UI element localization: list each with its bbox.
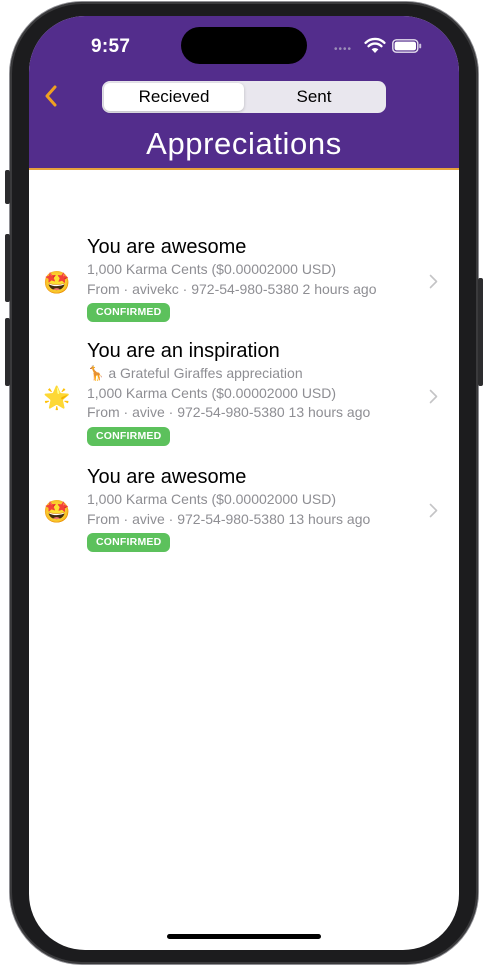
- chevron-right-icon: [429, 274, 438, 289]
- chevron-right-icon: [429, 503, 438, 518]
- back-button[interactable]: [39, 82, 63, 110]
- tab-sent[interactable]: Sent: [244, 83, 384, 111]
- power-button: [478, 278, 483, 386]
- appreciation-item[interactable]: 🤩 You are awesome 1,000 Karma Cents ($0.…: [29, 234, 459, 338]
- status-badge: CONFIRMED: [87, 533, 171, 552]
- screen: 9:57 •••• Recieved Sent Appreciations 🤩 …: [29, 16, 459, 950]
- status-badge: CONFIRMED: [87, 426, 171, 446]
- appreciation-title: You are awesome: [87, 466, 247, 488]
- appreciation-title: You are awesome: [87, 236, 247, 258]
- appreciation-content: You are awesome 1,000 Karma Cents ($0.00…: [87, 234, 417, 322]
- appreciation-content: You are awesome 1,000 Karma Cents ($0.00…: [87, 464, 417, 552]
- appreciation-title: You are an inspiration: [87, 340, 280, 362]
- appreciation-sender: From · avive · 972-54-980-5380 13 hours …: [87, 510, 371, 527]
- appreciation-amount: 1,000 Karma Cents ($0.00002000 USD): [87, 384, 337, 401]
- appreciation-sender: From · avivekc · 972-54-980-5380 2 hours…: [87, 280, 377, 297]
- appreciation-giraffe-label: 🦒 a Grateful Giraffes appreciation: [87, 365, 303, 381]
- appreciation-sender: From · avive · 972-54-980-5380 13 hours …: [87, 404, 371, 420]
- appreciation-item[interactable]: 🌟 You are an inspiration 🦒 a Grateful Gi…: [29, 338, 459, 464]
- volume-up-button: [5, 234, 10, 302]
- volume-down-button: [5, 318, 10, 386]
- wifi-icon: [364, 37, 386, 53]
- star-struck-emoji-icon: 🤩: [43, 270, 71, 295]
- tab-received[interactable]: Recieved: [104, 83, 244, 111]
- tab-segmented-control: Recieved Sent: [102, 81, 386, 113]
- appreciation-item[interactable]: 🤩 You are awesome 1,000 Karma Cents ($0.…: [29, 464, 459, 568]
- appreciation-content: You are an inspiration 🦒 a Grateful Gira…: [87, 338, 417, 446]
- glowing-star-emoji-icon: 🌟: [43, 385, 71, 410]
- dynamic-island: [181, 27, 307, 64]
- silent-switch: [5, 170, 10, 204]
- page-title: Appreciations: [146, 126, 342, 161]
- status-time: 9:57: [91, 36, 131, 57]
- battery-icon: [392, 39, 422, 53]
- star-struck-emoji-icon: 🤩: [43, 499, 71, 524]
- chevron-left-icon: [45, 85, 57, 107]
- status-icons: ••••: [334, 36, 424, 56]
- chevron-right-icon: [429, 389, 438, 404]
- status-badge: CONFIRMED: [87, 303, 171, 322]
- home-indicator[interactable]: [167, 934, 321, 939]
- nav-header: 9:57 •••• Recieved Sent Appreciations: [29, 16, 459, 170]
- appreciation-amount: 1,000 Karma Cents ($0.00002000 USD): [87, 261, 337, 277]
- appreciation-list: 🤩 You are awesome 1,000 Karma Cents ($0.…: [29, 234, 459, 568]
- appreciation-amount: 1,000 Karma Cents ($0.00002000 USD): [87, 491, 337, 507]
- cellular-signal-icon: ••••: [334, 44, 353, 55]
